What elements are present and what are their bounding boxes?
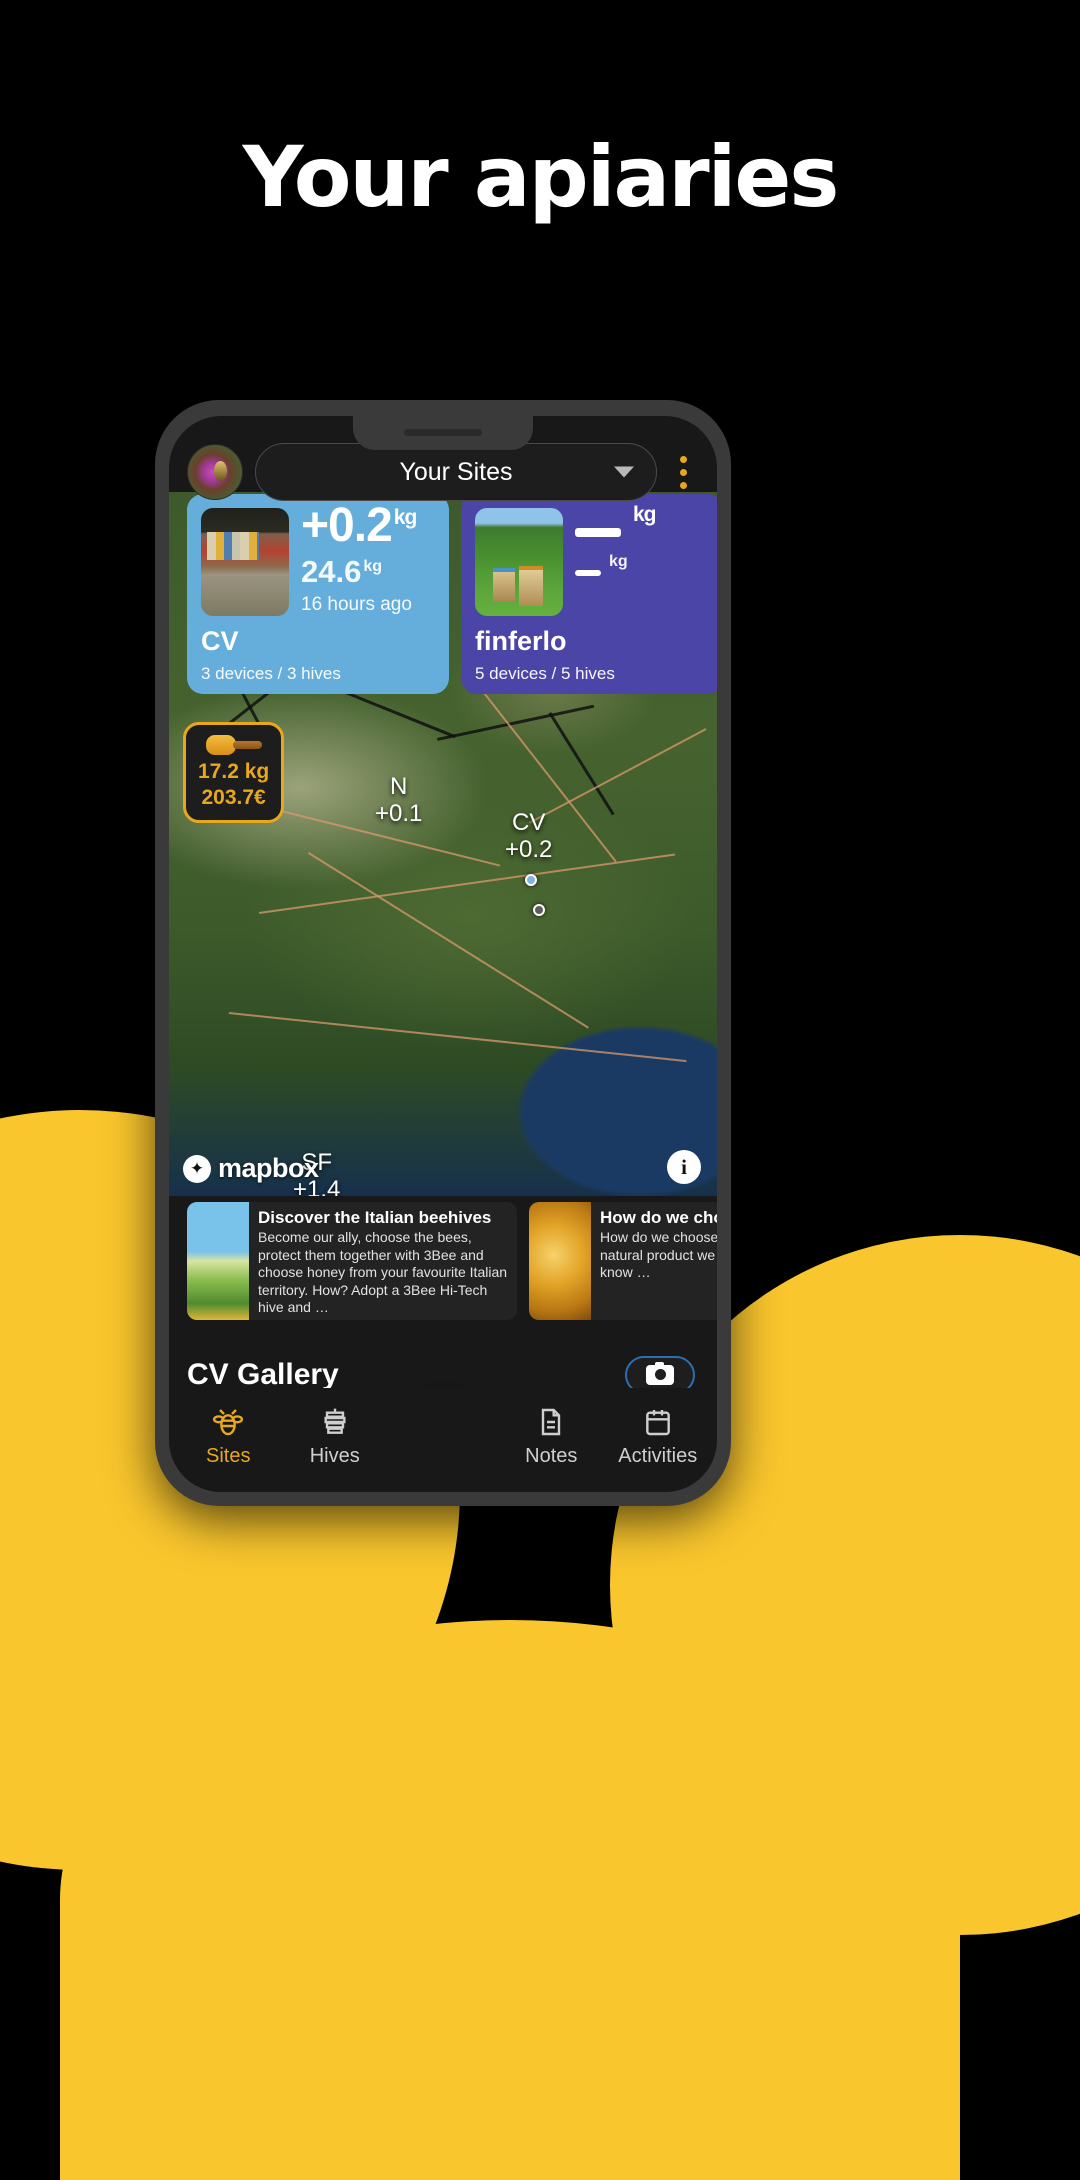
nav-label: Activities: [618, 1444, 698, 1467]
map-road: [529, 728, 707, 824]
article-title: How do we choose our honey?: [600, 1208, 717, 1227]
bottom-navigation: Sites Hives Notes Activities: [169, 1388, 717, 1492]
map-marker-n[interactable]: N +0.1: [375, 773, 422, 828]
nav-item-sites[interactable]: Sites: [175, 1405, 282, 1468]
article-text: How do we choose a good, quality, natura…: [600, 1229, 717, 1281]
site-delta: +0.2kg: [301, 499, 417, 552]
site-devices: 5 devices / 5 hives: [475, 664, 615, 683]
site-card[interactable]: kg kg finferlo 5 devices / 5 hives: [461, 494, 717, 694]
gallery-title: CV Gallery: [187, 1358, 339, 1391]
calendar-icon: [641, 1405, 675, 1439]
site-name: CV: [201, 626, 239, 656]
honey-dipper-icon: [205, 735, 262, 755]
site-cards-carousel[interactable]: +0.2kg 24.6 kg 16 hours ago CV 3 devices …: [169, 494, 717, 694]
map-road: [307, 852, 589, 1029]
phone-notch: [353, 416, 533, 450]
map-info-icon[interactable]: i: [667, 1150, 701, 1184]
article-title: Discover the Italian beehives: [258, 1208, 492, 1227]
mapbox-attribution[interactable]: ✦ mapbox: [183, 1153, 319, 1184]
site-selector-dropdown[interactable]: Your Sites: [255, 443, 657, 501]
map-border: [548, 712, 615, 816]
site-updated: 16 hours ago: [301, 594, 412, 615]
site-name: finferlo: [475, 626, 567, 656]
chevron-down-icon: [614, 466, 634, 478]
nav-label: Hives: [309, 1444, 360, 1467]
avatar[interactable]: [187, 444, 243, 500]
mapbox-icon: ✦: [183, 1154, 211, 1183]
camera-icon: [646, 1362, 674, 1385]
article-card[interactable]: Discover the Italian beehives Become our…: [187, 1202, 517, 1320]
nav-label: Notes: [525, 1444, 578, 1467]
honey-weight: 17.2 kg: [198, 760, 270, 783]
background-blob-bottom: [60, 1620, 960, 2180]
map-road: [228, 1012, 687, 1063]
notch-speaker: [404, 429, 482, 436]
site-selector-label: Your Sites: [399, 457, 513, 486]
overflow-menu-icon[interactable]: [669, 455, 701, 489]
articles-carousel[interactable]: Discover the Italian beehives Become our…: [169, 1202, 717, 1332]
note-icon: [534, 1405, 568, 1439]
nav-label: Sites: [206, 1444, 251, 1467]
mapbox-label: mapbox: [218, 1153, 319, 1183]
bee-icon: [211, 1405, 245, 1439]
article-card[interactable]: How do we choose our honey? How do we ch…: [529, 1202, 717, 1320]
phone-screen: N +0.1 CV +0.2 SF +1.4 17.2 kg 203.7€ ✦ …: [169, 416, 717, 1492]
hive-icon: [318, 1405, 352, 1439]
nav-item-notes[interactable]: Notes: [498, 1405, 605, 1468]
page-title: Your apiaries: [242, 128, 840, 226]
honey-production-badge[interactable]: 17.2 kg 203.7€: [183, 722, 285, 824]
site-devices: 3 devices / 3 hives: [201, 664, 341, 683]
article-text: Become our ally, choose the bees, protec…: [258, 1229, 508, 1316]
phone-mockup: N +0.1 CV +0.2 SF +1.4 17.2 kg 203.7€ ✦ …: [155, 400, 731, 1506]
map-marker-cv[interactable]: CV +0.2: [505, 809, 552, 864]
site-card[interactable]: +0.2kg 24.6 kg 16 hours ago CV 3 devices …: [187, 494, 449, 694]
honey-value: 203.7€: [201, 785, 266, 809]
nav-item-activities[interactable]: Activities: [605, 1405, 712, 1468]
site-photo: [475, 508, 563, 616]
nav-item-hives[interactable]: Hives: [282, 1405, 389, 1468]
site-total: 24.6 kg: [301, 554, 383, 589]
map-pin-dot[interactable]: [525, 874, 537, 886]
map-pin-dot[interactable]: [533, 904, 545, 916]
site-photo: [201, 508, 289, 616]
article-thumbnail: [187, 1202, 249, 1320]
article-thumbnail: [529, 1202, 591, 1320]
